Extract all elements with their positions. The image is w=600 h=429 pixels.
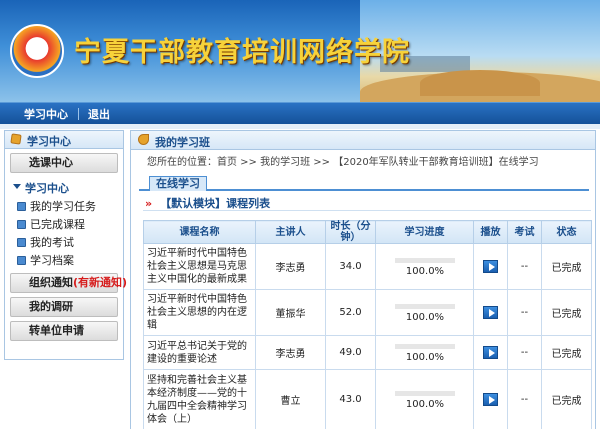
exam: -- xyxy=(507,335,542,370)
status: 已完成 xyxy=(541,335,592,370)
course-table: 课程名称 主讲人 时长（分钟） 学习进度 播放 考试 状态 习近平新时代中国特色… xyxy=(143,220,592,429)
sidebar-header: 学习中心 xyxy=(5,131,123,149)
lecturer: 董振华 xyxy=(255,289,326,336)
lecturer: 李志勇 xyxy=(255,335,326,370)
sidebar-item-label: 已完成课程 xyxy=(30,218,85,231)
play-icon[interactable] xyxy=(483,393,498,406)
progress-text: 100.0% xyxy=(405,266,445,278)
table-row: 习近平总书记关于党的建设的重要论述 李志勇 49.0 100.0% -- 已完成 xyxy=(143,335,592,370)
col-course-name: 课程名称 xyxy=(143,220,256,244)
sidebar-item-archive[interactable]: 学习档案 xyxy=(17,252,74,268)
status: 已完成 xyxy=(541,243,592,290)
play-cell xyxy=(473,335,508,370)
header-banner: 宁夏干部教育培训网络学院 xyxy=(0,0,600,102)
page-title: 我的学习班 xyxy=(155,136,210,149)
progress-cell: 100.0% xyxy=(375,335,474,370)
status: 已完成 xyxy=(541,289,592,336)
col-progress: 学习进度 xyxy=(375,220,474,244)
nav-separator xyxy=(78,108,79,120)
course-name: 习近平新时代中国特色社会主义思想是马克思主义中国化的最新成果 xyxy=(143,243,256,290)
sidebar-item-my-tasks[interactable]: 我的学习任务 xyxy=(17,198,96,214)
duration: 49.0 xyxy=(325,335,376,370)
nav-learning-center[interactable]: 学习中心 xyxy=(24,106,68,122)
sidebar-item-exams[interactable]: 我的考试 xyxy=(17,234,74,250)
document-icon xyxy=(17,220,26,229)
play-icon[interactable] xyxy=(483,306,498,319)
transfer-request-button[interactable]: 转单位申请 xyxy=(10,321,118,341)
course-name: 习近平总书记关于党的建设的重要论述 xyxy=(143,335,256,370)
play-cell xyxy=(473,289,508,336)
col-play: 播放 xyxy=(473,220,508,244)
lecturer: 曹立 xyxy=(255,369,326,429)
document-icon xyxy=(17,202,26,211)
progress-text: 100.0% xyxy=(405,352,445,364)
breadcrumb: 您所在的位置：首页 >> 我的学习班 >> 【2020年军队转业干部教育培训班】… xyxy=(147,157,539,168)
duration: 52.0 xyxy=(325,289,376,336)
progress-cell: 100.0% xyxy=(375,243,474,290)
flower-icon xyxy=(138,134,149,145)
progress-bar xyxy=(394,257,455,263)
sidebar-item-label: 我的学习任务 xyxy=(30,200,96,213)
module-divider xyxy=(143,210,591,211)
progress-cell: 100.0% xyxy=(375,289,474,336)
main-panel: 我的学习班 您所在的位置：首页 >> 我的学习班 >> 【2020年军队转业干部… xyxy=(130,130,596,429)
lecturer: 李志勇 xyxy=(255,243,326,290)
sidebar-item-label: 学习档案 xyxy=(30,254,74,267)
progress-text: 100.0% xyxy=(405,399,445,411)
site-title: 宁夏干部教育培训网络学院 xyxy=(74,37,410,68)
sidebar-section-learning[interactable]: 学习中心 xyxy=(5,179,123,195)
select-course-button[interactable]: 选课中心 xyxy=(10,153,118,173)
top-nav: 学习中心 退出 xyxy=(0,102,600,124)
play-icon[interactable] xyxy=(483,260,498,273)
notice-button[interactable]: 组织通知(有新通知) xyxy=(10,273,127,293)
tab-bar: 在线学习 xyxy=(139,175,589,191)
play-icon[interactable] xyxy=(483,346,498,359)
nav-logout[interactable]: 退出 xyxy=(88,106,110,122)
my-survey-button[interactable]: 我的调研 xyxy=(10,297,118,317)
col-lecturer: 主讲人 xyxy=(255,220,326,244)
play-cell xyxy=(473,369,508,429)
progress-bar xyxy=(394,303,455,309)
nav-shadow xyxy=(0,124,600,129)
exam: -- xyxy=(507,369,542,429)
progress-bar xyxy=(394,343,455,349)
document-icon xyxy=(17,256,26,265)
exam: -- xyxy=(507,289,542,336)
table-row: 习近平新时代中国特色社会主义思想的内在逻辑 董振华 52.0 100.0% --… xyxy=(143,289,592,336)
module-title-text: 【默认模块】课程列表 xyxy=(160,197,271,210)
triangle-down-icon xyxy=(13,184,21,189)
progress-text: 100.0% xyxy=(405,312,445,324)
status: 已完成 xyxy=(541,369,592,429)
col-status: 状态 xyxy=(541,220,592,244)
progress-cell: 100.0% xyxy=(375,369,474,429)
exam: -- xyxy=(507,243,542,290)
duration: 43.0 xyxy=(325,369,376,429)
document-icon xyxy=(17,238,26,247)
col-exam: 考试 xyxy=(507,220,542,244)
module-title: » 【默认模块】课程列表 xyxy=(145,195,270,211)
course-name: 习近平新时代中国特色社会主义思想的内在逻辑 xyxy=(143,289,256,336)
table-row: 习近平新时代中国特色社会主义思想是马克思主义中国化的最新成果 李志勇 34.0 … xyxy=(143,243,592,290)
sidebar-item-label: 我的考试 xyxy=(30,236,74,249)
sidebar: 学习中心 选课中心 学习中心 我的学习任务 已完成课程 我的考试 学习档案 组织… xyxy=(4,130,127,360)
main-header: 我的学习班 xyxy=(131,131,595,150)
sidebar-section-title: 学习中心 xyxy=(25,182,69,195)
play-cell xyxy=(473,243,508,290)
course-name: 坚持和完善社会主义基本经济制度——党的十九届四中全会精神学习体会（上） xyxy=(143,369,256,429)
col-duration: 时长（分钟） xyxy=(325,220,376,244)
notice-label: 组织通知 xyxy=(29,276,73,289)
duration: 34.0 xyxy=(325,243,376,290)
table-row: 坚持和完善社会主义基本经济制度——党的十九届四中全会精神学习体会（上） 曹立 4… xyxy=(143,369,592,429)
new-notice-badge: (有新通知) xyxy=(73,276,128,289)
banner-dune-small xyxy=(420,70,540,96)
table-header-row: 课程名称 主讲人 时长（分钟） 学习进度 播放 考试 状态 xyxy=(143,220,592,244)
sidebar-item-completed[interactable]: 已完成课程 xyxy=(17,216,85,232)
tab-online-learning[interactable]: 在线学习 xyxy=(149,176,207,191)
site-logo xyxy=(10,24,64,78)
book-icon xyxy=(10,133,22,145)
double-arrow-icon: » xyxy=(145,197,153,210)
progress-bar xyxy=(394,390,455,396)
sidebar-title: 学习中心 xyxy=(27,135,71,148)
